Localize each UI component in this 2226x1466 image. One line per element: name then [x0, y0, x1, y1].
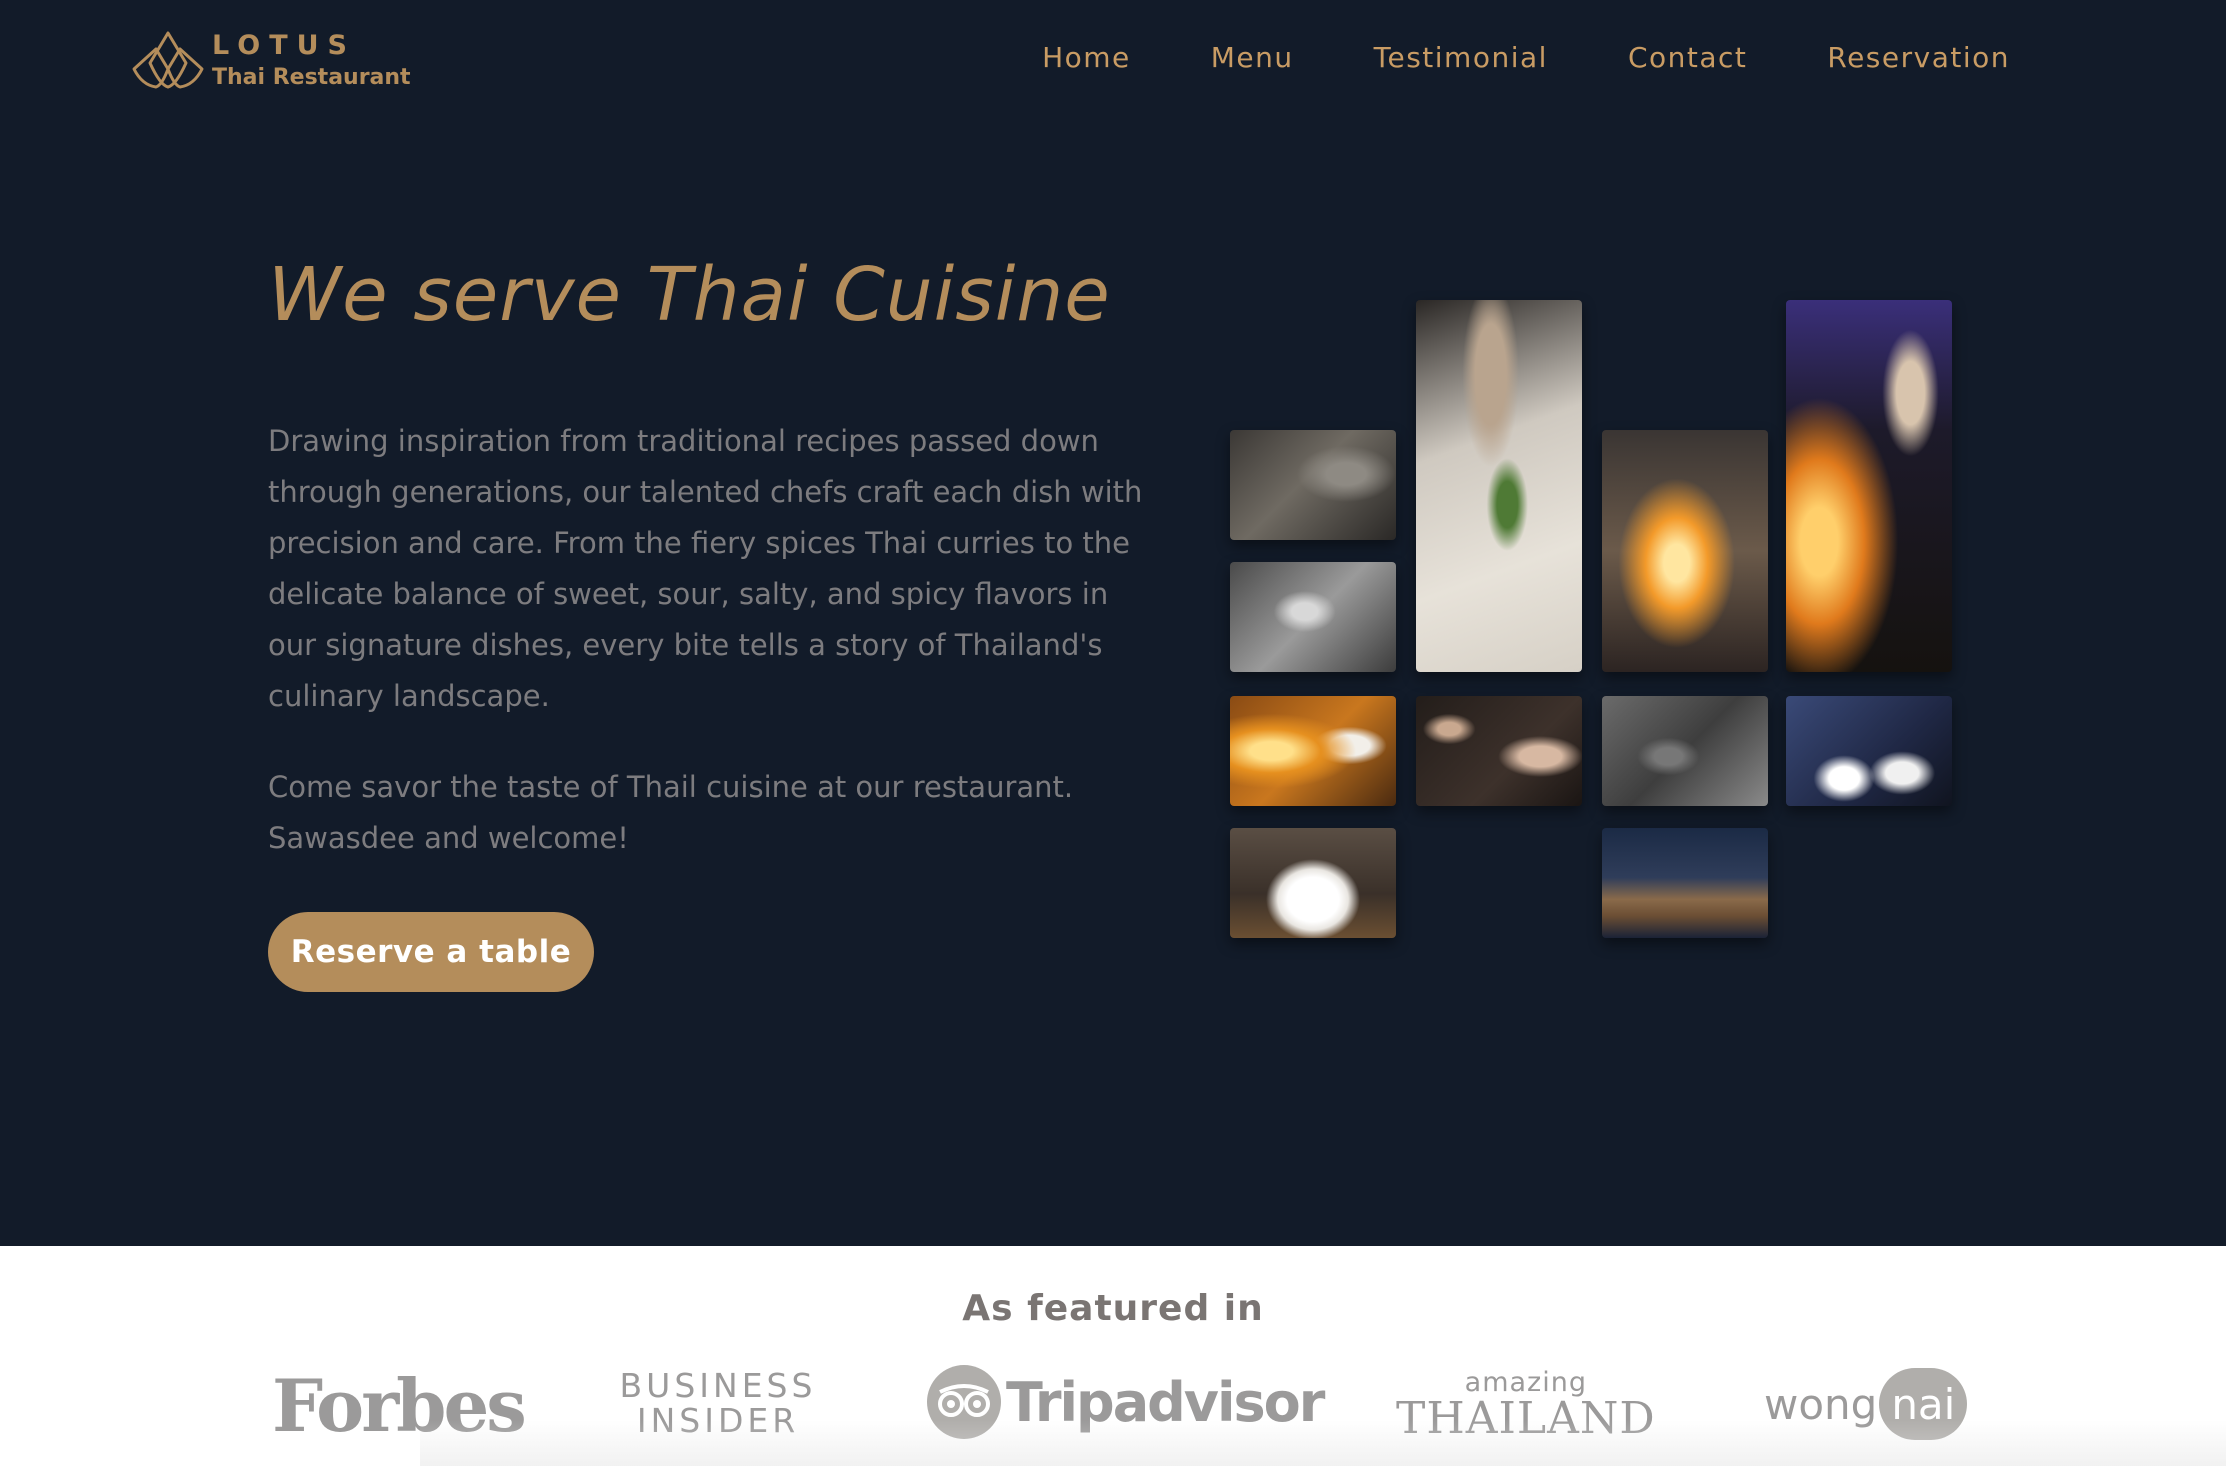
chef-kitchen-bw-photo — [1602, 696, 1768, 806]
wok-flames-photo — [1602, 430, 1768, 672]
pouring-sauce-photo — [1230, 828, 1396, 938]
featured-title: As featured in — [962, 1288, 1264, 1329]
top-nav: LOTUS Thai Restaurant Home Menu Testimon… — [0, 0, 2226, 120]
nav-link-contact[interactable]: Contact — [1628, 36, 1747, 80]
chef-fire-stove-photo — [1230, 696, 1396, 806]
nav-menu: Home Menu Testimonial Contact Reservatio… — [962, 36, 2010, 80]
hand-sprinkling-photo — [1416, 696, 1582, 806]
logo-name: LOTUS — [212, 30, 356, 61]
reserve-table-button[interactable]: Reserve a table — [268, 912, 594, 992]
chef-flambe-photo — [1786, 300, 1952, 672]
nav-link-reservation[interactable]: Reservation — [1827, 36, 2010, 80]
logo-subtitle: Thai Restaurant — [212, 65, 411, 90]
plating-dishes-photo — [1786, 696, 1952, 806]
nav-link-menu[interactable]: Menu — [1211, 36, 1294, 80]
nav-link-home[interactable]: Home — [1042, 36, 1131, 80]
cutting-board-photo — [1602, 828, 1768, 938]
logo[interactable]: LOTUS Thai Restaurant — [128, 26, 411, 96]
chefs-cooking-bw-photo — [1230, 562, 1396, 672]
nav-link-testimonial[interactable]: Testimonial — [1374, 36, 1548, 80]
hero-paragraph-2: Come savor the taste of Thail cuisine at… — [268, 770, 1074, 855]
knife-chopping-herbs-photo — [1416, 300, 1582, 672]
bottom-fade — [420, 1420, 2226, 1466]
hero-paragraph-1: Drawing inspiration from traditional rec… — [268, 424, 1143, 713]
business-insider-line-1: BUSINESS — [619, 1366, 817, 1405]
hero-title: We serve Thai Cuisine — [268, 252, 1111, 338]
lotus-icon — [132, 31, 204, 89]
kitchen-prep-photo — [1230, 430, 1396, 540]
